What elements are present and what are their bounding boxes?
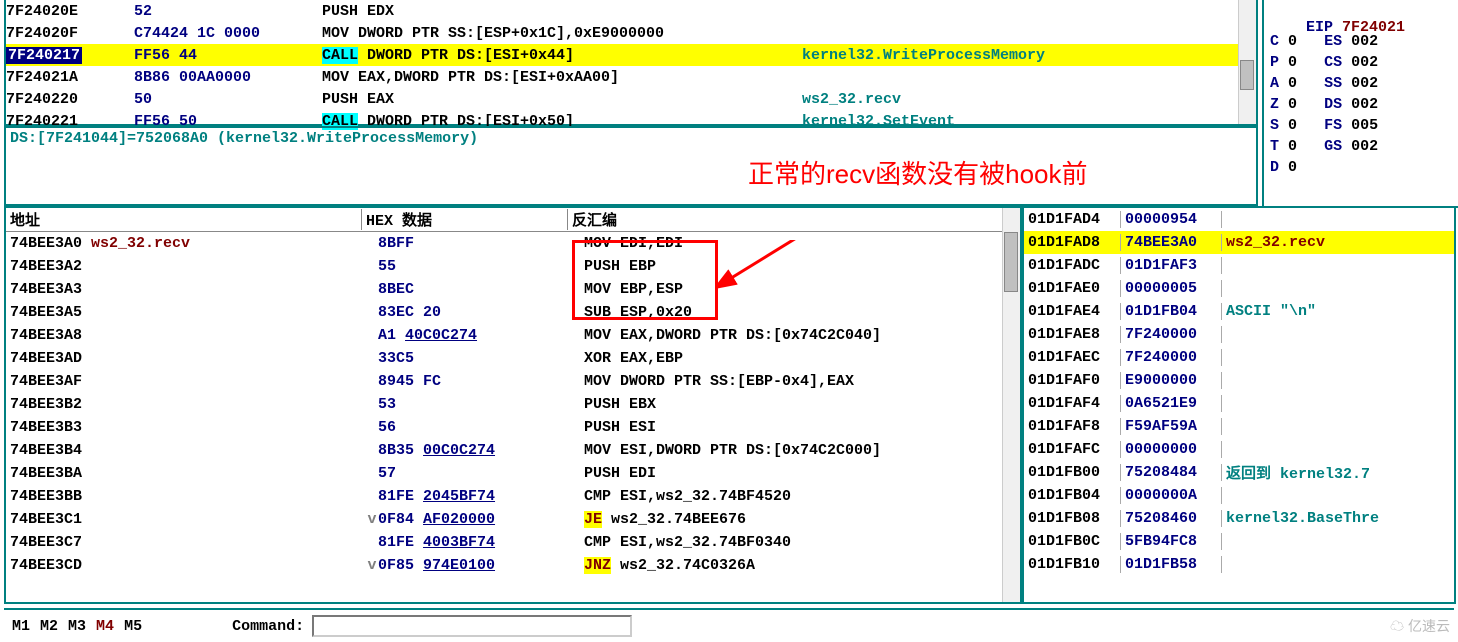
info-line: DS:[7F241044]=752068A0 (kernel32.WritePr… xyxy=(6,128,1256,149)
flag-row[interactable]: P 0 CS 002 xyxy=(1270,54,1452,75)
disasm-row[interactable]: 7F240217FF56 44CALL DWORD PTR DS:[ESI+0x… xyxy=(6,44,1256,66)
dump-row[interactable]: 74BEE3B48B35 00C0C274MOV ESI,DWORD PTR D… xyxy=(6,439,1020,462)
stack-pane[interactable]: 01D1FAD40000095401D1FAD874BEE3A0ws2_32.r… xyxy=(1022,206,1456,604)
col-header-address[interactable]: 地址 xyxy=(6,209,362,230)
flag-row[interactable]: T 0 GS 002 xyxy=(1270,138,1452,159)
flag-row[interactable]: Z 0 DS 002 xyxy=(1270,96,1452,117)
flag-row[interactable]: D 0 xyxy=(1270,159,1452,180)
dump-row[interactable]: 74BEE3A38BECMOV EBP,ESP xyxy=(6,278,1020,301)
flag-row[interactable]: S 0 FS 005 xyxy=(1270,117,1452,138)
bookmark-m1[interactable]: M1 xyxy=(12,618,30,635)
stack-row[interactable]: 01D1FB040000000A xyxy=(1024,484,1454,507)
flag-row[interactable]: A 0 SS 002 xyxy=(1270,75,1452,96)
dump-row[interactable]: 74BEE3C1v0F84 AF020000JE ws2_32.74BEE676 xyxy=(6,508,1020,531)
stack-row[interactable]: 01D1FAEC7F240000 xyxy=(1024,346,1454,369)
dump-row[interactable]: 74BEE3BB81FE 2045BF74CMP ESI,ws2_32.74BF… xyxy=(6,485,1020,508)
dump-row[interactable]: 74BEE3B253PUSH EBX xyxy=(6,393,1020,416)
dump-row[interactable]: 74BEE3AF8945 FCMOV DWORD PTR SS:[EBP-0x4… xyxy=(6,370,1020,393)
stack-row[interactable]: 01D1FAF0E9000000 xyxy=(1024,369,1454,392)
command-input[interactable] xyxy=(312,615,632,637)
dump-row[interactable]: 74BEE3A255PUSH EBP xyxy=(6,255,1020,278)
stack-row[interactable]: 01D1FAE401D1FB04ASCII "\n" xyxy=(1024,300,1454,323)
stack-row[interactable]: 01D1FB1001D1FB58 xyxy=(1024,553,1454,576)
dump-pane[interactable]: 地址 HEX 数据 反汇编 74BEE3A0 ws2_32.recv8BFFMO… xyxy=(4,206,1022,604)
col-header-disasm[interactable]: 反汇编 xyxy=(568,209,1020,230)
stack-row[interactable]: 01D1FAE87F240000 xyxy=(1024,323,1454,346)
scrollbar-vertical[interactable] xyxy=(1002,208,1020,602)
dump-header: 地址 HEX 数据 反汇编 xyxy=(6,208,1020,232)
disasm-row[interactable]: 7F24022050PUSH EAXws2_32.recv xyxy=(6,88,1256,110)
watermark: ☁ 亿速云 xyxy=(1390,616,1450,636)
dump-row[interactable]: 74BEE3A8A1 40C0C274MOV EAX,DWORD PTR DS:… xyxy=(6,324,1020,347)
flag-row[interactable]: C 0 ES 002 xyxy=(1270,33,1452,54)
dump-row[interactable]: 74BEE3BA57PUSH EDI xyxy=(6,462,1020,485)
scrollbar-vertical[interactable] xyxy=(1238,0,1256,124)
annotation-label: 正常的recv函数没有被hook前 xyxy=(748,154,1088,191)
dump-row[interactable]: 74BEE3A0 ws2_32.recv8BFFMOV EDI,EDI xyxy=(6,232,1020,255)
disasm-row[interactable]: 7F24021A8B86 00AA0000MOV EAX,DWORD PTR D… xyxy=(6,66,1256,88)
stack-row[interactable]: 01D1FAF40A6521E9 xyxy=(1024,392,1454,415)
stack-row[interactable]: 01D1FAFC00000000 xyxy=(1024,438,1454,461)
disassembly-pane[interactable]: 7F24020E52PUSH EDX7F24020FC74424 1C 0000… xyxy=(4,0,1258,126)
bookmark-m3[interactable]: M3 xyxy=(68,618,86,635)
dump-row[interactable]: 74BEE3B356PUSH ESI xyxy=(6,416,1020,439)
dump-row[interactable]: 74BEE3C781FE 4003BF74CMP ESI,ws2_32.74BF… xyxy=(6,531,1020,554)
bookmark-m5[interactable]: M5 xyxy=(124,618,142,635)
dump-row[interactable]: 74BEE3A583EC 20SUB ESP,0x20 xyxy=(6,301,1020,324)
disasm-row[interactable]: 7F24020E52PUSH EDX xyxy=(6,0,1256,22)
stack-row[interactable]: 01D1FAD400000954 xyxy=(1024,208,1454,231)
dump-row[interactable]: 74BEE3CDv0F85 974E0100JNZ ws2_32.74C0326… xyxy=(6,554,1020,577)
stack-row[interactable]: 01D1FAF8F59AF59A xyxy=(1024,415,1454,438)
stack-row[interactable]: 01D1FB0075208484返回到 kernel32.7 xyxy=(1024,461,1454,484)
command-bar: M1 M2 M3 M4 M5 Command: xyxy=(4,608,1454,642)
stack-row[interactable]: 01D1FADC01D1FAF3 xyxy=(1024,254,1454,277)
bookmark-m2[interactable]: M2 xyxy=(40,618,58,635)
stack-row[interactable]: 01D1FAD874BEE3A0ws2_32.recv xyxy=(1024,231,1454,254)
stack-row[interactable]: 01D1FAE000000005 xyxy=(1024,277,1454,300)
bookmark-m4[interactable]: M4 xyxy=(96,618,114,635)
disasm-row[interactable]: 7F24020FC74424 1C 0000MOV DWORD PTR SS:[… xyxy=(6,22,1256,44)
stack-row[interactable]: 01D1FB0875208460kernel32.BaseThre xyxy=(1024,507,1454,530)
registers-pane[interactable]: EIP 7F24021 C 0 ES 002P 0 CS 002A 0 SS 0… xyxy=(1262,0,1458,208)
dump-row[interactable]: 74BEE3AD33C5XOR EAX,EBP xyxy=(6,347,1020,370)
stack-row[interactable]: 01D1FB0C5FB94FC8 xyxy=(1024,530,1454,553)
col-header-hex[interactable]: HEX 数据 xyxy=(362,209,568,230)
command-label: Command: xyxy=(232,618,304,635)
